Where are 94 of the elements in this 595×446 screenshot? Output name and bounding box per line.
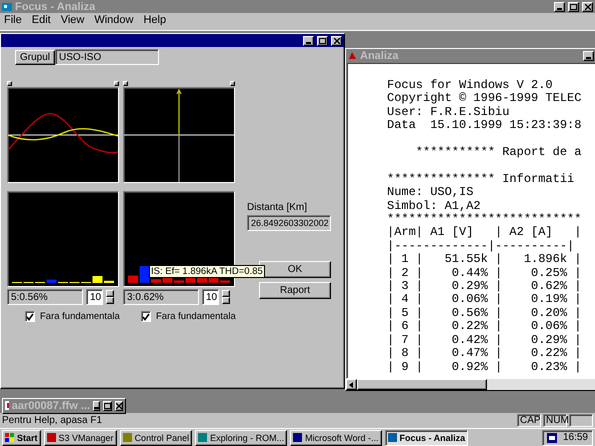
close-icon — [584, 4, 590, 10]
start-button[interactable]: Start — [2, 430, 41, 446]
report-line: Simbol: A1,A2 — [387, 200, 482, 213]
spin-down-button[interactable] — [222, 297, 230, 304]
report-line: *********** Raport de a — [414, 146, 582, 160]
report-line: Nume: USO,IS — [387, 186, 474, 200]
window-title: Analiza — [360, 50, 400, 62]
report-line: | 7 | 0.42% | 0.29% | — [387, 334, 582, 347]
scroll-thumb[interactable] — [357, 379, 487, 390]
minimize-button[interactable] — [303, 36, 314, 46]
taskbar-button[interactable]: Focus - Analiza — [384, 430, 468, 446]
spin-down-button[interactable] — [106, 297, 114, 304]
minimize-button[interactable] — [554, 2, 565, 12]
report-line: | 3 | 0.29% | 0.62% | — [387, 280, 582, 294]
report-line: | 4 | 0.06% | 0.19% | — [387, 293, 582, 307]
maximize-icon — [570, 4, 577, 10]
count-field[interactable]: 10 — [86, 289, 103, 305]
minimize-icon — [586, 56, 591, 58]
close-button[interactable] — [582, 2, 593, 12]
resize-handle-icon[interactable] — [7, 81, 12, 86]
report-line: | 2 | 0.44% | 0.25% | — [387, 266, 582, 280]
distance-field: 26.8492603302002 — [247, 215, 331, 231]
maximize-icon — [104, 402, 111, 408]
report-line: *************** Informatii — [387, 172, 576, 186]
report-line: User: F.R.E.Sibiu — [387, 106, 510, 120]
report-line: *************************** — [387, 213, 582, 226]
readout-field: 5:0.56% — [7, 289, 83, 305]
minimize-button[interactable] — [583, 50, 594, 60]
app-icon — [293, 433, 302, 442]
key-indicator: CAP — [517, 414, 541, 427]
taskbar-button[interactable]: Control Panel — [120, 430, 192, 446]
check-icon — [26, 312, 34, 320]
minimize-icon — [306, 42, 311, 44]
minimize-button[interactable] — [93, 400, 100, 410]
report-line: | 1 | 51.55k | 1.896k | — [387, 253, 582, 267]
check-icon — [142, 312, 150, 320]
close-button[interactable] — [331, 36, 342, 46]
dialog-button[interactable]: Raport — [259, 282, 331, 299]
report-line: | 5 | 0.56% | 0.20% | — [387, 306, 582, 320]
clock: 16:59 — [562, 432, 588, 443]
report-line: | 6 | 0.22% | 0.06% | — [387, 320, 582, 334]
horizontal-scrollbar[interactable] — [346, 379, 595, 390]
report-line: Data 15.10.1999 15:23:39:8 — [387, 119, 582, 133]
close-button[interactable] — [115, 400, 123, 410]
group-button[interactable]: Grupul — [15, 50, 56, 64]
checkbox[interactable] — [141, 311, 151, 322]
app-icon — [388, 433, 396, 442]
menu-item[interactable]: File — [4, 14, 22, 26]
report-line: |Arm| A1 [V] | A2 [A] | — [387, 226, 582, 240]
minimize-icon — [557, 8, 562, 10]
report-line: |-------------|----------| — [387, 240, 576, 253]
app-icon — [46, 433, 56, 442]
maximize-button[interactable] — [568, 2, 579, 12]
menu-item[interactable]: Edit — [32, 14, 51, 26]
count-field[interactable]: 10 — [202, 289, 219, 305]
readout-field: 3:0.62% — [123, 289, 199, 305]
window-title: aar00087.ffw ... — [12, 400, 90, 412]
status-message: Pentru Help, apasa F1 — [2, 415, 104, 426]
app-icon — [122, 433, 132, 442]
scroll-left-button[interactable] — [346, 379, 357, 390]
report-line: | 9 | 0.92% | 0.23% | — [387, 360, 582, 374]
maximize-button[interactable] — [103, 400, 112, 410]
report-line: Copyright © 1996-1999 TELEC — [387, 92, 582, 106]
app-icon — [198, 433, 208, 442]
taskbar-button[interactable]: S3 VManager — [44, 430, 117, 446]
menu-item[interactable]: Window — [94, 14, 134, 26]
resize-handle-icon[interactable] — [230, 81, 235, 86]
spin-up-button[interactable] — [222, 290, 230, 297]
menu-item[interactable]: Help — [143, 14, 166, 26]
app-icon — [2, 2, 12, 10]
checkbox-label: Fara fundamentala — [40, 311, 120, 322]
group-field[interactable]: USO-ISO — [55, 49, 160, 65]
close-icon — [116, 402, 122, 408]
window-title: Focus - Analiza — [15, 0, 96, 12]
document-icon — [348, 51, 357, 60]
spin-up-button[interactable] — [106, 290, 114, 297]
left-arrow-icon — [349, 382, 354, 388]
checkbox-label: Fara fundamentala — [156, 311, 236, 322]
checkbox[interactable] — [25, 311, 35, 322]
maximize-button[interactable] — [317, 36, 328, 46]
taskbar-button[interactable]: Microsoft Word -... — [290, 430, 382, 446]
close-icon — [334, 38, 340, 44]
document-icon — [5, 401, 9, 410]
maximize-icon — [319, 38, 326, 44]
report-line: Focus for Windows V 2.0 — [387, 79, 554, 92]
distance-label: Distanta [Km] — [247, 202, 308, 213]
taskbar-button[interactable]: Exploring - ROM... — [195, 430, 288, 446]
minimize-icon — [94, 406, 99, 408]
tooltip: IS: Ef= 1.896kA THD=0.85 — [149, 265, 265, 278]
keyboard-language-icon — [546, 432, 557, 442]
report-line: | 8 | 0.47% | 0.22% | — [387, 347, 582, 360]
menu-item[interactable]: View — [60, 14, 84, 26]
key-indicator: NUM — [543, 414, 567, 427]
windows-logo-icon — [5, 433, 14, 442]
